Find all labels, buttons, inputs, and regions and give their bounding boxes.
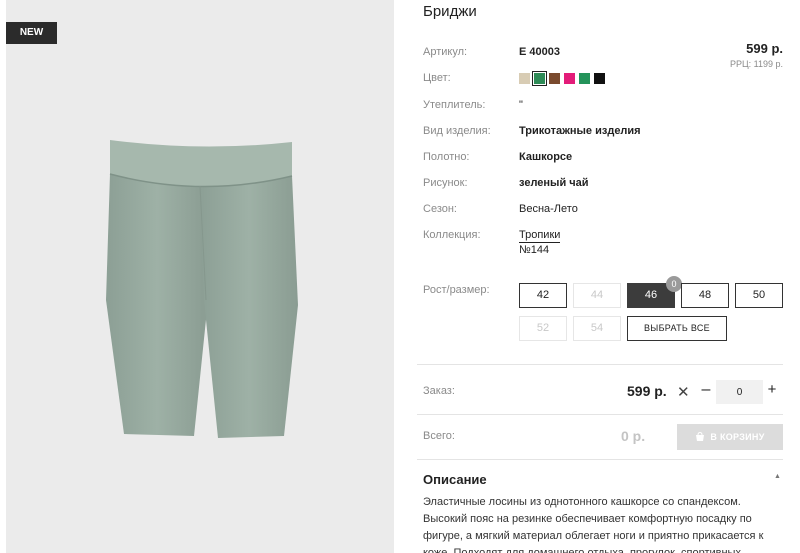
collection-label: Коллекция: <box>423 229 481 241</box>
collection-value: Тропики <box>519 229 561 243</box>
type-label: Вид изделия: <box>423 125 491 137</box>
season-label: Сезон: <box>423 203 457 215</box>
size-button-54: 54 <box>573 316 621 341</box>
decrement-button[interactable]: – <box>700 381 712 399</box>
article-value: E 40003 <box>519 46 560 58</box>
size-button-48[interactable]: 48 <box>681 283 729 308</box>
cart-icon <box>696 432 705 441</box>
color-swatch-green-selected[interactable] <box>532 71 547 86</box>
collection-link[interactable]: Тропики <box>519 229 561 243</box>
description-heading[interactable]: Описание <box>423 472 487 487</box>
type-value: Трикотажные изделия <box>519 125 641 137</box>
description-text: Эластичные лосины из однотонного кашкорс… <box>423 496 764 553</box>
season-value: Весна-Лето <box>519 203 578 215</box>
add-to-cart-button[interactable]: В КОРЗИНУ <box>677 424 783 450</box>
size-button-42[interactable]: 42 <box>519 283 567 308</box>
divider <box>417 414 783 415</box>
product-photo[interactable]: NEW <box>6 0 394 553</box>
article-label: Артикул: <box>423 46 468 58</box>
total-value: 0 р. <box>621 428 646 444</box>
shorts-image <box>106 140 298 438</box>
collection-number: №144 <box>519 244 550 256</box>
insulation-label: Утеплитель: <box>423 99 486 111</box>
pattern-value: зеленый чай <box>519 177 589 189</box>
quantity-input[interactable] <box>716 380 763 404</box>
size-label: Рост/размер: <box>423 284 490 296</box>
size-button-44: 44 <box>573 283 621 308</box>
divider <box>417 364 783 365</box>
size-button-50[interactable]: 50 <box>735 283 783 308</box>
color-swatch-green[interactable] <box>579 73 590 84</box>
color-label: Цвет: <box>423 72 451 84</box>
size-count-badge: 0 <box>666 276 682 292</box>
product-price: 599 р. <box>746 41 783 56</box>
pattern-label: Рисунок: <box>423 177 468 189</box>
new-badge: NEW <box>6 22 57 44</box>
product-title: Бриджи <box>423 3 477 20</box>
size-button-52: 52 <box>519 316 567 341</box>
fabric-label: Полотно: <box>423 151 470 163</box>
insulation-value: " <box>519 99 523 111</box>
cart-button-label: В КОРЗИНУ <box>710 432 765 442</box>
select-all-button[interactable]: ВЫБРАТЬ ВСЕ <box>627 316 727 341</box>
color-swatches <box>519 71 605 86</box>
color-swatch-pink[interactable] <box>564 73 575 84</box>
divider <box>417 459 783 460</box>
total-label: Всего: <box>423 430 455 442</box>
order-label: Заказ: <box>423 385 455 397</box>
color-swatch-brown[interactable] <box>549 73 560 84</box>
color-swatch-beige[interactable] <box>519 73 530 84</box>
order-price: 599 р. <box>627 383 667 399</box>
times-icon: ✕ <box>677 384 690 401</box>
collapse-arrow-icon[interactable]: ▲ <box>774 473 781 480</box>
fabric-value: Кашкорсе <box>519 151 573 163</box>
rrp-price: РРЦ: 1199 р. <box>729 59 783 69</box>
color-swatch-black[interactable] <box>594 73 605 84</box>
increment-button[interactable]: + <box>765 381 779 398</box>
